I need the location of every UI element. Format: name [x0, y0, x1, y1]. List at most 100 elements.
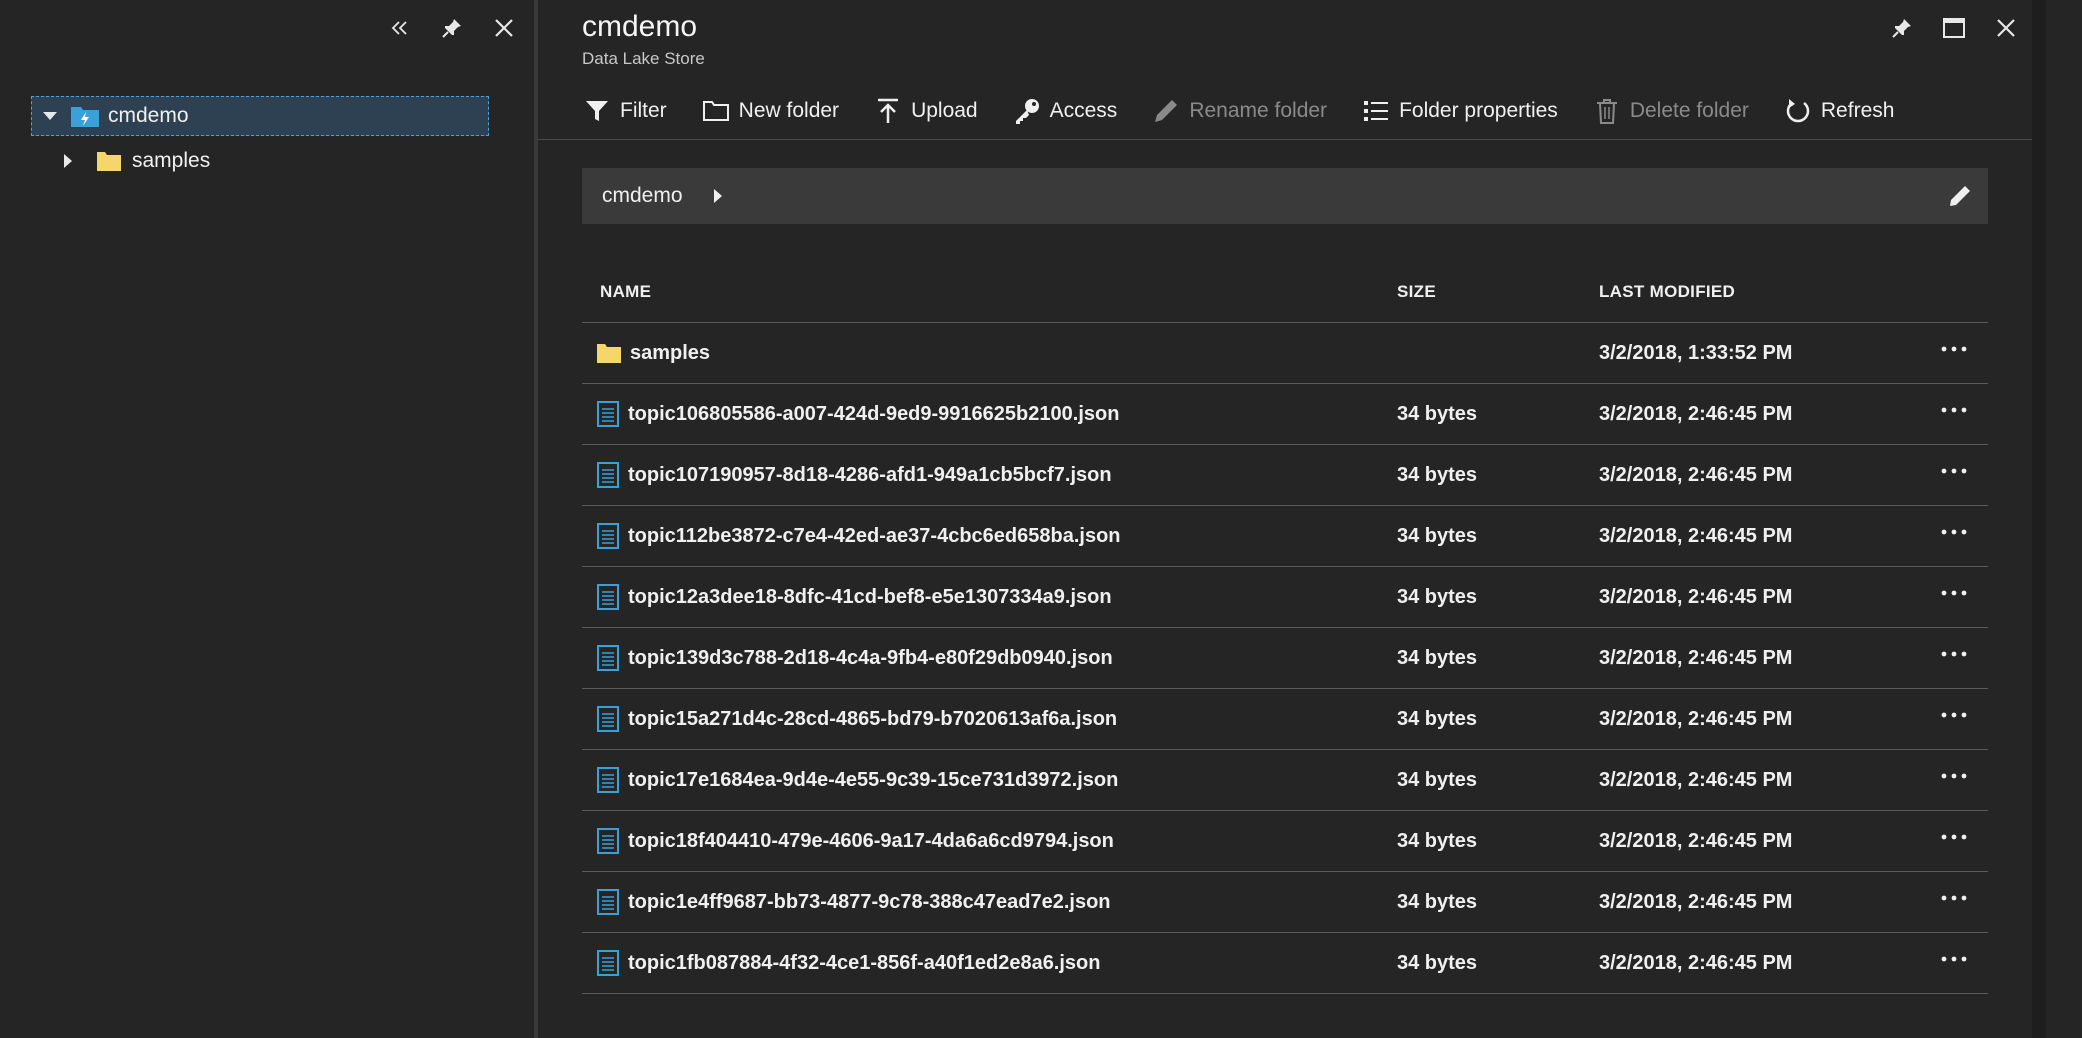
list-icon	[1361, 96, 1391, 126]
file-icon	[597, 767, 619, 793]
expanded-triangle-icon[interactable]	[40, 106, 60, 126]
item-size: 34 bytes	[1397, 402, 1478, 425]
tree-item-cmdemo[interactable]: cmdemo	[31, 96, 489, 136]
blade-subtitle: Data Lake Store	[582, 49, 705, 68]
tree-item-samples[interactable]: samples	[58, 144, 210, 178]
close-icon	[495, 19, 513, 37]
ellipsis-icon	[1941, 651, 1967, 657]
adjacent-panel	[2046, 0, 2082, 1038]
more-actions-button[interactable]	[1940, 772, 1968, 780]
name-cell: topic17e1684ea-9d4e-4e55-9c39-15ce731d39…	[596, 766, 1118, 794]
left-tree-panel: cmdemo samples	[0, 0, 534, 1038]
column-header-modified[interactable]: LAST MODIFIED	[1599, 282, 1735, 302]
more-actions-button[interactable]	[1940, 833, 1968, 841]
pencil-icon	[1151, 96, 1181, 126]
more-actions-button[interactable]	[1940, 345, 1968, 353]
item-size: 34 bytes	[1397, 768, 1478, 791]
folder-properties-button[interactable]: Folder properties	[1361, 96, 1558, 126]
table-row[interactable]: topic12a3dee18-8dfc-41cd-bef8-e5e1307334…	[582, 567, 1988, 628]
item-name[interactable]: topic106805586-a007-424d-9ed9-9916625b21…	[628, 403, 1119, 426]
item-last-modified: 3/2/2018, 2:46:45 PM	[1599, 951, 1793, 974]
upload-label: Upload	[911, 99, 978, 122]
folder-properties-label: Folder properties	[1399, 99, 1558, 122]
more-actions-button[interactable]	[1940, 589, 1968, 597]
more-actions-button[interactable]	[1940, 467, 1968, 475]
item-name[interactable]: topic1fb087884-4f32-4ce1-856f-a40f1ed2e8…	[628, 952, 1100, 975]
more-actions-button[interactable]	[1940, 711, 1968, 719]
table-row[interactable]: topic107190957-8d18-4286-afd1-949a1cb5bc…	[582, 445, 1988, 506]
name-cell: topic139d3c788-2d18-4c4a-9fb4-e80f29db09…	[596, 644, 1113, 672]
table-row[interactable]: topic1e4ff9687-bb73-4877-9c78-388c47ead7…	[582, 872, 1988, 933]
ellipsis-icon	[1941, 773, 1967, 779]
more-actions-button[interactable]	[1940, 406, 1968, 414]
table-row[interactable]: topic1fb087884-4f32-4ce1-856f-a40f1ed2e8…	[582, 933, 1988, 994]
item-name[interactable]: topic139d3c788-2d18-4c4a-9fb4-e80f29db09…	[628, 647, 1113, 670]
close-button[interactable]	[488, 12, 520, 44]
trash-icon	[1592, 96, 1622, 126]
ellipsis-icon	[1941, 956, 1967, 962]
item-last-modified: 3/2/2018, 2:46:45 PM	[1599, 890, 1793, 913]
item-name[interactable]: topic1e4ff9687-bb73-4877-9c78-388c47ead7…	[628, 891, 1111, 914]
table-row[interactable]: topic139d3c788-2d18-4c4a-9fb4-e80f29db09…	[582, 628, 1988, 689]
tree-item-label: samples	[132, 149, 211, 172]
item-size: 34 bytes	[1397, 463, 1478, 486]
refresh-icon	[1783, 96, 1813, 126]
more-actions-button[interactable]	[1940, 955, 1968, 963]
column-header-size[interactable]: SIZE	[1397, 282, 1436, 302]
table-row[interactable]: topic15a271d4c-28cd-4865-bd79-b7020613af…	[582, 689, 1988, 750]
refresh-label: Refresh	[1820, 99, 1895, 122]
item-last-modified: 3/2/2018, 2:46:45 PM	[1599, 402, 1793, 425]
file-icon	[597, 889, 619, 915]
upload-button[interactable]: Upload	[873, 96, 978, 126]
pin-button[interactable]	[436, 12, 468, 44]
file-icon	[597, 462, 619, 488]
filter-icon	[582, 96, 612, 126]
item-name[interactable]: samples	[630, 342, 710, 365]
breadcrumb: cmdemo	[582, 168, 1988, 224]
tree-item-label: cmdemo	[108, 104, 189, 127]
maximize-button[interactable]	[1938, 12, 1970, 44]
item-name[interactable]: topic112be3872-c7e4-42ed-ae37-4cbc6ed658…	[628, 525, 1121, 548]
table-row[interactable]: topic112be3872-c7e4-42ed-ae37-4cbc6ed658…	[582, 506, 1988, 567]
item-last-modified: 3/2/2018, 2:46:45 PM	[1599, 646, 1793, 669]
file-table: NAME SIZE LAST MODIFIED samples 3/2/2018,…	[582, 262, 1988, 994]
item-name[interactable]: topic18f404410-479e-4606-9a17-4da6a6cd97…	[628, 830, 1114, 853]
name-cell: topic1e4ff9687-bb73-4877-9c78-388c47ead7…	[596, 888, 1111, 916]
more-actions-button[interactable]	[1940, 894, 1968, 902]
item-name[interactable]: topic107190957-8d18-4286-afd1-949a1cb5bc…	[628, 464, 1112, 487]
delete-folder-button[interactable]: Delete folder	[1592, 96, 1749, 126]
item-last-modified: 3/2/2018, 2:46:45 PM	[1599, 707, 1793, 730]
item-name[interactable]: topic15a271d4c-28cd-4865-bd79-b7020613af…	[628, 708, 1117, 731]
delete-folder-label: Delete folder	[1629, 99, 1749, 122]
table-row[interactable]: samples 3/2/2018, 1:33:52 PM	[582, 323, 1988, 384]
filter-label: Filter	[620, 99, 667, 122]
collapse-button[interactable]	[384, 12, 416, 44]
table-row[interactable]: topic106805586-a007-424d-9ed9-9916625b21…	[582, 384, 1988, 445]
name-cell: topic107190957-8d18-4286-afd1-949a1cb5bc…	[596, 461, 1112, 489]
access-button[interactable]: Access	[1012, 96, 1117, 126]
pin-blade-button[interactable]	[1886, 12, 1918, 44]
pin-icon	[1892, 19, 1911, 38]
more-actions-button[interactable]	[1940, 528, 1968, 536]
name-cell: samples	[596, 342, 710, 365]
chevron-right-icon[interactable]	[711, 186, 725, 206]
close-blade-button[interactable]	[1990, 12, 2022, 44]
filter-button[interactable]: Filter	[582, 96, 667, 126]
table-row[interactable]: topic18f404410-479e-4606-9a17-4da6a6cd97…	[582, 811, 1988, 872]
edit-path-icon[interactable]	[1948, 184, 1972, 208]
column-header-name[interactable]: NAME	[600, 282, 651, 302]
blade-title: cmdemo	[582, 10, 698, 43]
name-cell: topic112be3872-c7e4-42ed-ae37-4cbc6ed658…	[596, 522, 1121, 550]
new-folder-button[interactable]: New folder	[701, 96, 839, 126]
item-name[interactable]: topic17e1684ea-9d4e-4e55-9c39-15ce731d39…	[628, 769, 1118, 792]
refresh-button[interactable]: Refresh	[1783, 96, 1895, 126]
collapsed-triangle-icon[interactable]	[58, 151, 78, 171]
rename-folder-button[interactable]: Rename folder	[1151, 96, 1327, 126]
key-icon	[1012, 96, 1042, 126]
more-actions-button[interactable]	[1940, 650, 1968, 658]
breadcrumb-item[interactable]: cmdemo	[602, 184, 683, 208]
item-size: 34 bytes	[1397, 707, 1478, 730]
item-size: 34 bytes	[1397, 646, 1478, 669]
item-name[interactable]: topic12a3dee18-8dfc-41cd-bef8-e5e1307334…	[628, 586, 1112, 609]
table-row[interactable]: topic17e1684ea-9d4e-4e55-9c39-15ce731d39…	[582, 750, 1988, 811]
